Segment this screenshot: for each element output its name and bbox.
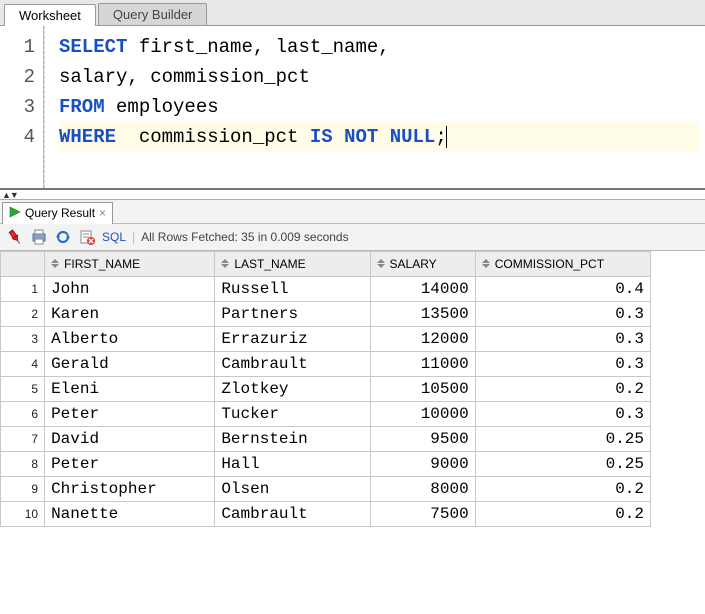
line-number: 1	[4, 32, 35, 62]
cell[interactable]: 0.4	[475, 277, 650, 302]
cell[interactable]: 14000	[370, 277, 475, 302]
tab-query-result[interactable]: Query Result ×	[2, 202, 113, 224]
row-number: 10	[1, 502, 45, 527]
cell[interactable]: Hall	[215, 452, 370, 477]
column-header[interactable]: SALARY	[370, 252, 475, 277]
cell[interactable]: Alberto	[45, 327, 215, 352]
splitter-handle[interactable]: ▲▼	[0, 190, 705, 200]
cell[interactable]: 0.3	[475, 352, 650, 377]
table-row[interactable]: 1JohnRussell140000.4	[1, 277, 651, 302]
result-toolbar: SQL | All Rows Fetched: 35 in 0.009 seco…	[0, 224, 705, 251]
line-number: 4	[4, 122, 35, 152]
cell[interactable]: Olsen	[215, 477, 370, 502]
cell[interactable]: 0.2	[475, 477, 650, 502]
cell[interactable]: Peter	[45, 402, 215, 427]
table-row[interactable]: 10NanetteCambrault75000.2	[1, 502, 651, 527]
cell[interactable]: Zlotkey	[215, 377, 370, 402]
cell[interactable]: Gerald	[45, 352, 215, 377]
cell[interactable]: Cambrault	[215, 502, 370, 527]
cell[interactable]: 11000	[370, 352, 475, 377]
row-number: 6	[1, 402, 45, 427]
toolbar-separator: |	[132, 230, 135, 244]
editor-gutter: 1234	[0, 26, 44, 188]
cell[interactable]: 9000	[370, 452, 475, 477]
sql-link[interactable]: SQL	[102, 230, 126, 244]
refresh-icon[interactable]	[54, 228, 72, 246]
cell[interactable]: Cambrault	[215, 352, 370, 377]
close-icon[interactable]: ×	[99, 206, 106, 220]
table-row[interactable]: 5EleniZlotkey105000.2	[1, 377, 651, 402]
run-icon	[9, 206, 21, 221]
table-row[interactable]: 3AlbertoErrazuriz120000.3	[1, 327, 651, 352]
print-icon[interactable]	[30, 228, 48, 246]
rownum-header	[1, 252, 45, 277]
result-tabbar: Query Result ×	[0, 200, 705, 224]
cell[interactable]: 0.25	[475, 452, 650, 477]
line-number: 3	[4, 92, 35, 122]
table-row[interactable]: 4GeraldCambrault110000.3	[1, 352, 651, 377]
editor-tabbar: Worksheet Query Builder	[0, 0, 705, 26]
cell[interactable]: Partners	[215, 302, 370, 327]
row-number: 4	[1, 352, 45, 377]
cell[interactable]: 7500	[370, 502, 475, 527]
row-number: 9	[1, 477, 45, 502]
cell[interactable]: 0.3	[475, 327, 650, 352]
result-grid[interactable]: FIRST_NAMELAST_NAMESALARYCOMMISSION_PCT …	[0, 251, 651, 527]
row-number: 3	[1, 327, 45, 352]
table-row[interactable]: 7DavidBernstein95000.25	[1, 427, 651, 452]
cell[interactable]: 8000	[370, 477, 475, 502]
cell[interactable]: Russell	[215, 277, 370, 302]
sort-icon	[482, 259, 492, 271]
column-header[interactable]: FIRST_NAME	[45, 252, 215, 277]
fetch-status: All Rows Fetched: 35 in 0.009 seconds	[141, 230, 348, 244]
splitter-arrows-icon: ▲▼	[2, 190, 18, 200]
cell[interactable]: 0.3	[475, 402, 650, 427]
cell[interactable]: 0.2	[475, 377, 650, 402]
cell[interactable]: 13500	[370, 302, 475, 327]
delete-icon[interactable]	[78, 228, 96, 246]
pin-icon[interactable]	[6, 228, 24, 246]
row-number: 1	[1, 277, 45, 302]
cell[interactable]: Nanette	[45, 502, 215, 527]
table-row[interactable]: 2KarenPartners135000.3	[1, 302, 651, 327]
result-tab-label: Query Result	[25, 206, 95, 220]
column-header[interactable]: COMMISSION_PCT	[475, 252, 650, 277]
line-number: 2	[4, 62, 35, 92]
cell[interactable]: Bernstein	[215, 427, 370, 452]
cell[interactable]: David	[45, 427, 215, 452]
cell[interactable]: 10000	[370, 402, 475, 427]
row-number: 8	[1, 452, 45, 477]
tab-worksheet[interactable]: Worksheet	[4, 4, 96, 26]
cell[interactable]: 12000	[370, 327, 475, 352]
table-row[interactable]: 6PeterTucker100000.3	[1, 402, 651, 427]
cell[interactable]: Tucker	[215, 402, 370, 427]
table-row[interactable]: 9ChristopherOlsen80000.2	[1, 477, 651, 502]
row-number: 5	[1, 377, 45, 402]
table-row[interactable]: 8PeterHall90000.25	[1, 452, 651, 477]
cell[interactable]: 0.3	[475, 302, 650, 327]
cell[interactable]: Peter	[45, 452, 215, 477]
cell[interactable]: 0.2	[475, 502, 650, 527]
cell[interactable]: 0.25	[475, 427, 650, 452]
sql-editor[interactable]: 1234 SELECT first_name, last_name, salar…	[0, 26, 705, 190]
column-header[interactable]: LAST_NAME	[215, 252, 370, 277]
tab-query-builder[interactable]: Query Builder	[98, 3, 207, 25]
sort-icon	[377, 259, 387, 271]
cell[interactable]: 10500	[370, 377, 475, 402]
cell[interactable]: Karen	[45, 302, 215, 327]
cell[interactable]: Errazuriz	[215, 327, 370, 352]
cell[interactable]: Eleni	[45, 377, 215, 402]
cell[interactable]: Christopher	[45, 477, 215, 502]
row-number: 7	[1, 427, 45, 452]
sort-icon	[51, 259, 61, 271]
editor-code[interactable]: SELECT first_name, last_name, salary, co…	[44, 26, 705, 188]
cell[interactable]: John	[45, 277, 215, 302]
sort-icon	[221, 259, 231, 271]
cell[interactable]: 9500	[370, 427, 475, 452]
row-number: 2	[1, 302, 45, 327]
